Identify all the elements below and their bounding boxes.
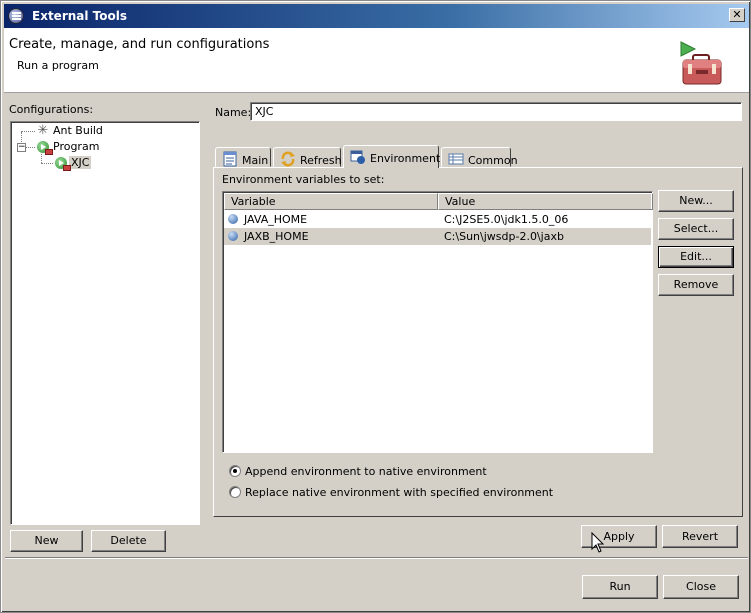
name-label: Name: [215,106,252,119]
tree-line [41,163,53,164]
external-tools-dialog: External Tools ✕ Create, manage, and run… [0,0,751,613]
select-variable-button[interactable]: Select... [658,218,734,240]
name-input[interactable] [250,102,742,121]
mouse-cursor-icon [591,532,605,553]
close-icon: ✕ [732,8,742,21]
tree-line [25,147,35,148]
remove-variable-button[interactable]: Remove [658,274,734,296]
new-variable-button[interactable]: New... [658,190,734,212]
eclipse-icon [8,8,24,24]
window-title: External Tools [32,9,127,23]
variable-icon [228,214,238,224]
tab-environment[interactable]: Environment [343,145,440,168]
program-icon [37,141,53,155]
close-button[interactable]: Close [663,575,739,599]
table-row[interactable]: JAXB_HOME C:\Sun\jwsdp-2.0\jaxb [224,228,651,245]
revert-button[interactable]: Revert [662,525,738,548]
toolbox-run-icon [680,41,722,85]
tree-line [41,154,42,163]
separator [5,557,748,559]
header-title: Create, manage, and run configurations [9,37,270,52]
tab-common[interactable]: Common [441,147,518,167]
header-subtitle: Run a program [17,59,99,72]
column-header-value[interactable]: Value [438,193,653,210]
main-icon [223,151,237,167]
tree-item-program[interactable]: Program [35,139,101,155]
column-header-variable[interactable]: Variable [224,193,438,210]
program-icon [55,157,71,171]
radio-button[interactable] [229,486,241,498]
environment-icon [350,150,365,164]
radio-button[interactable] [229,465,241,477]
append-environment-radio[interactable]: Append environment to native environment [229,465,487,481]
table-row[interactable]: JAVA_HOME C:\J2SE5.0\jdk1.5.0_06 [224,211,651,228]
close-window-button[interactable]: ✕ [729,8,745,22]
tree-item-ant-build[interactable]: ✳ Ant Build [35,123,105,139]
new-configuration-button[interactable]: New [10,530,83,552]
table-header: Variable Value [224,193,653,210]
title-bar: External Tools ✕ [4,4,749,28]
tab-main[interactable]: Main [215,147,271,167]
edit-variable-button[interactable]: Edit... [658,246,734,268]
environment-variables-label: Environment variables to set: [222,173,385,186]
common-icon [448,153,464,165]
collapse-program-toggle[interactable]: − [17,143,26,152]
tab-refresh[interactable]: Refresh [273,147,342,167]
configurations-tree[interactable]: − ✳ Ant Build Program XJC [10,121,200,525]
environment-variables-table[interactable]: Variable Value JAVA_HOME C:\J2SE5.0\jdk1… [222,191,653,453]
variable-icon [228,231,238,241]
tree-line [21,131,35,132]
ant-icon: ✳ [37,123,49,138]
run-button[interactable]: Run [582,575,658,599]
delete-configuration-button[interactable]: Delete [91,530,166,552]
dialog-header: Create, manage, and run configurations R… [4,28,749,93]
refresh-icon [281,151,295,167]
replace-environment-radio[interactable]: Replace native environment with specifie… [229,486,553,502]
configurations-label: Configurations: [9,103,94,116]
tree-item-xjc[interactable]: XJC [53,155,92,171]
